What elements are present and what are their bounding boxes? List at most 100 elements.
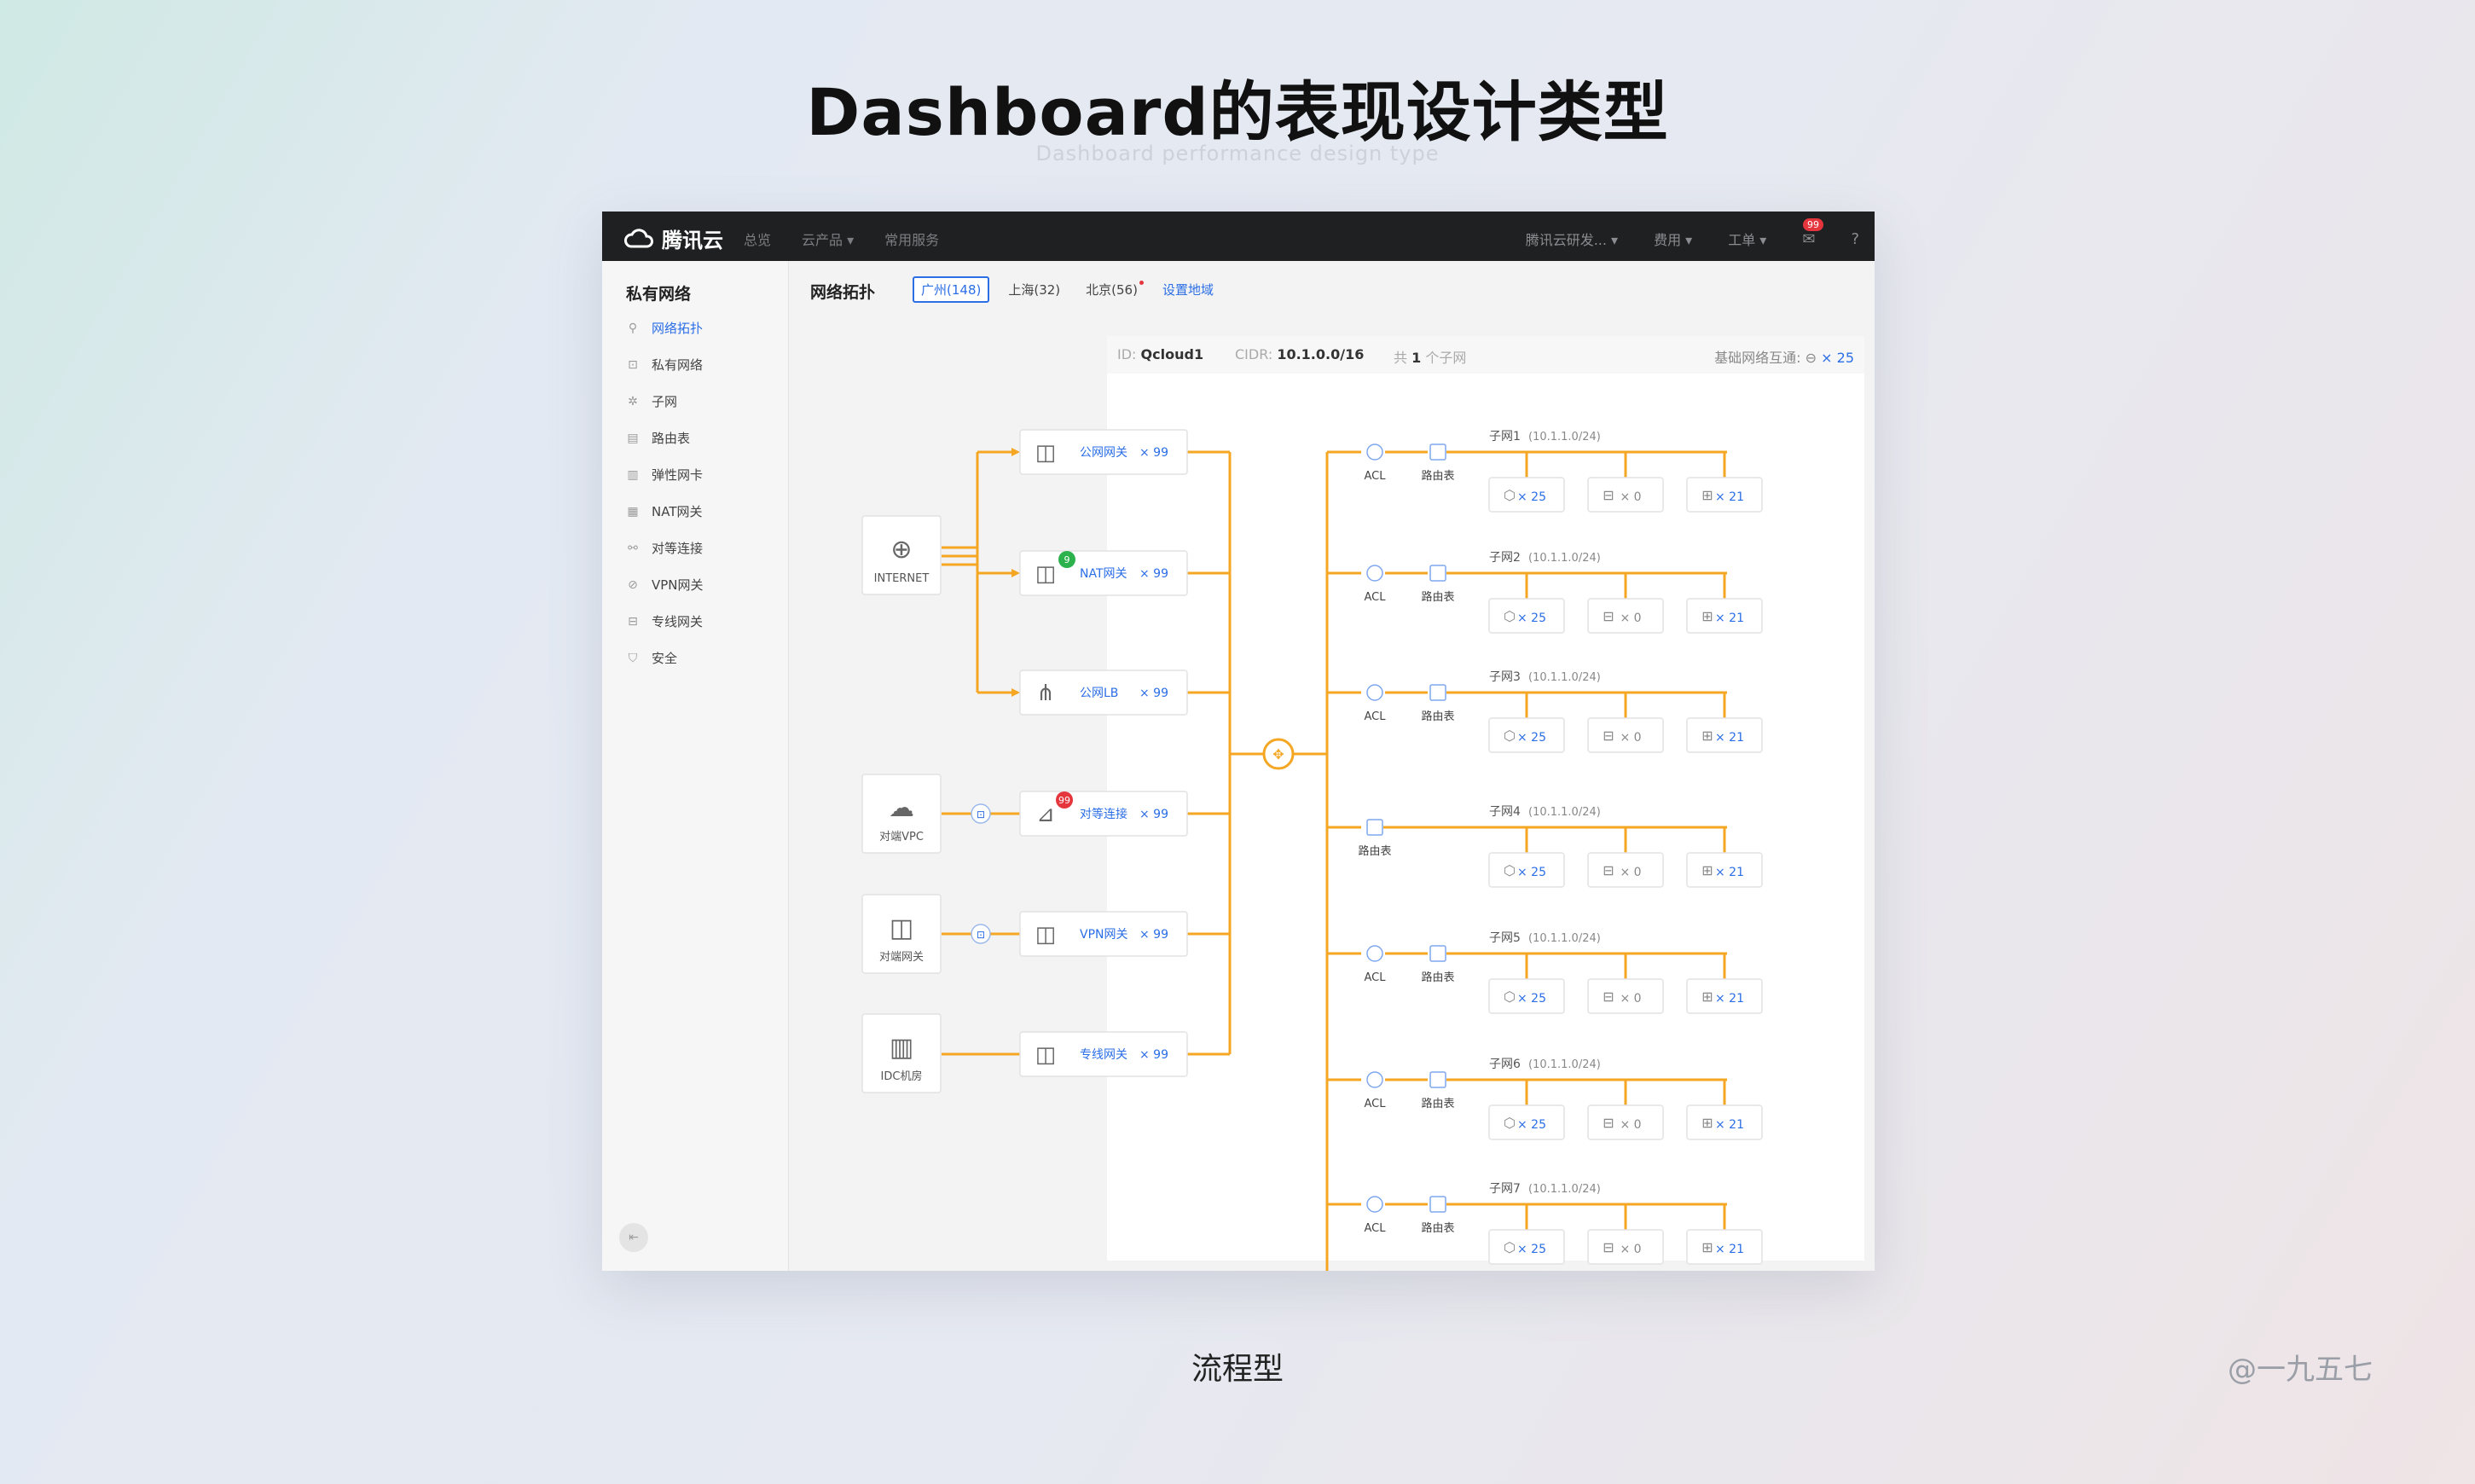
database-count: × 0	[1620, 612, 1641, 625]
gateway-count: × 99	[1139, 446, 1168, 460]
loadbalancer-count: × 21	[1715, 992, 1744, 1006]
cvm-count: × 25	[1517, 866, 1546, 879]
cvm-count: × 25	[1517, 490, 1546, 504]
peering-icon: ⊿	[1036, 802, 1055, 827]
subnet-name: 子网7	[1489, 1182, 1521, 1196]
route-table-icon[interactable]	[1429, 443, 1446, 461]
subnet-name: 子网6	[1489, 1058, 1521, 1071]
route-table-icon[interactable]	[1429, 1196, 1446, 1213]
database-count: × 0	[1620, 731, 1641, 745]
subnet-cidr: (10.1.1.0/24)	[1528, 932, 1601, 945]
caption: 流程型	[1191, 1352, 1284, 1387]
database-count-icon: ⊟	[1603, 1239, 1614, 1255]
route-table-icon[interactable]	[1366, 819, 1383, 836]
database-count: × 0	[1620, 992, 1641, 1006]
database-count-icon: ⊟	[1603, 862, 1614, 878]
loadbalancer-count-icon: ⊞	[1701, 608, 1713, 624]
database-count: × 0	[1620, 1243, 1641, 1256]
route-table-label: 路由表	[1421, 590, 1454, 604]
route-table-label: 路由表	[1421, 710, 1454, 723]
subnet-name: 子网1	[1489, 430, 1521, 443]
vpn-gateway-icon: ◫	[1035, 922, 1057, 948]
source-label: IDC机房	[881, 1070, 923, 1083]
building-icon: ▥	[890, 1033, 913, 1063]
loadbalancer-count-icon: ⊞	[1701, 988, 1713, 1005]
acl-icon[interactable]	[1366, 945, 1383, 962]
acl-icon[interactable]	[1366, 443, 1383, 461]
watermark: @一九五七	[2228, 1353, 2373, 1387]
source-label: 对端VPC	[879, 831, 924, 843]
route-table-label: 路由表	[1421, 1097, 1454, 1110]
acl-icon[interactable]	[1366, 1196, 1383, 1213]
page-subtitle: Dashboard performance design type	[1035, 142, 1440, 165]
loadbalancer-count: × 21	[1715, 866, 1744, 879]
route-table-label: 路由表	[1358, 844, 1391, 858]
subnet-name: 子网4	[1489, 805, 1521, 819]
cvm-count: × 25	[1517, 1243, 1546, 1256]
page-title: Dashboard的表现设计类型	[806, 74, 1669, 150]
gateway-badge-count: 99	[1058, 795, 1070, 806]
hub-glyph: ✥	[1272, 746, 1284, 762]
loadbalancer-count: × 21	[1715, 1118, 1744, 1132]
topology-nodes: ⊕ INTERNET ☁ 对端VPC ◫ 对端网关 ▥ IDC机房 ◫ 公网网关 × 99 ◫ NAT网…	[861, 429, 1763, 1265]
route-table-icon[interactable]	[1429, 1071, 1446, 1088]
database-count-icon: ⊟	[1603, 608, 1614, 624]
subnet-cidr: (10.1.1.0/24)	[1528, 1183, 1601, 1196]
source-label: 对端网关	[879, 951, 924, 964]
subnet-name: 子网5	[1489, 931, 1521, 945]
gateway-icon: ◫	[890, 913, 913, 943]
loadbalancer-count: × 21	[1715, 1243, 1744, 1256]
cvm-count: × 25	[1517, 612, 1546, 625]
screenshot-frame: 腾讯云 总览 云产品 ▾ 常用服务 腾讯云研发... ▾ 费用 ▾ 工单 ▾ ✉…	[602, 212, 1875, 1271]
route-table-label: 路由表	[1421, 1221, 1454, 1235]
loadbalancer-count: × 21	[1715, 612, 1744, 625]
acl-label: ACL	[1365, 1222, 1387, 1235]
cvm-count-icon: ⬡	[1504, 1239, 1516, 1255]
route-table-label: 路由表	[1421, 469, 1454, 483]
loadbalancer-icon: ⋔	[1036, 681, 1055, 706]
acl-icon[interactable]	[1366, 1071, 1383, 1088]
acl-label: ACL	[1365, 1098, 1387, 1110]
loadbalancer-count-icon: ⊞	[1701, 487, 1713, 503]
gateway-count: × 99	[1139, 808, 1168, 821]
arrow-head	[1011, 569, 1020, 577]
acl-icon[interactable]	[1366, 684, 1383, 701]
arrow-head	[1011, 688, 1020, 697]
database-count: × 0	[1620, 866, 1641, 879]
acl-icon[interactable]	[1366, 565, 1383, 582]
gateway-count: × 99	[1139, 687, 1168, 700]
route-table-icon[interactable]	[1429, 684, 1446, 701]
cvm-count-icon: ⬡	[1504, 487, 1516, 503]
lock-glyph: ⊡	[977, 809, 985, 820]
loadbalancer-count: × 21	[1715, 490, 1744, 504]
gateway-label: 专线网关	[1080, 1048, 1127, 1062]
subnet-name: 子网3	[1489, 670, 1521, 684]
route-table-icon[interactable]	[1429, 565, 1446, 582]
database-count-icon: ⊟	[1603, 1115, 1614, 1131]
acl-label: ACL	[1365, 470, 1387, 483]
subnet-cidr: (10.1.1.0/24)	[1528, 552, 1601, 565]
cvm-count: × 25	[1517, 1118, 1546, 1132]
cloud-icon: ☁	[889, 793, 914, 823]
cvm-count: × 25	[1517, 731, 1546, 745]
cvm-count-icon: ⬡	[1504, 988, 1516, 1005]
cvm-count-icon: ⬡	[1504, 1115, 1516, 1131]
gateway-count: × 99	[1139, 928, 1168, 942]
nat-gateway-icon: ◫	[1035, 561, 1057, 587]
source-label: INTERNET	[874, 572, 930, 585]
subnet-cidr: (10.1.1.0/24)	[1528, 431, 1601, 443]
gateway-label: NAT网关	[1080, 567, 1127, 581]
loadbalancer-count-icon: ⊞	[1701, 728, 1713, 744]
gateway-count: × 99	[1139, 567, 1168, 581]
database-count: × 0	[1620, 1118, 1641, 1132]
route-table-icon[interactable]	[1429, 945, 1446, 962]
subnet-cidr: (10.1.1.0/24)	[1528, 1058, 1601, 1071]
acl-label: ACL	[1365, 710, 1387, 723]
loadbalancer-count-icon: ⊞	[1701, 862, 1713, 878]
gateway-label: 公网LB	[1080, 687, 1118, 700]
arrow-head	[1011, 448, 1020, 456]
gateway-label: 公网网关	[1080, 446, 1127, 460]
gateway-label: VPN网关	[1080, 928, 1128, 942]
gateway-badge-count: 9	[1064, 554, 1070, 565]
subnet-name: 子网2	[1489, 551, 1521, 565]
